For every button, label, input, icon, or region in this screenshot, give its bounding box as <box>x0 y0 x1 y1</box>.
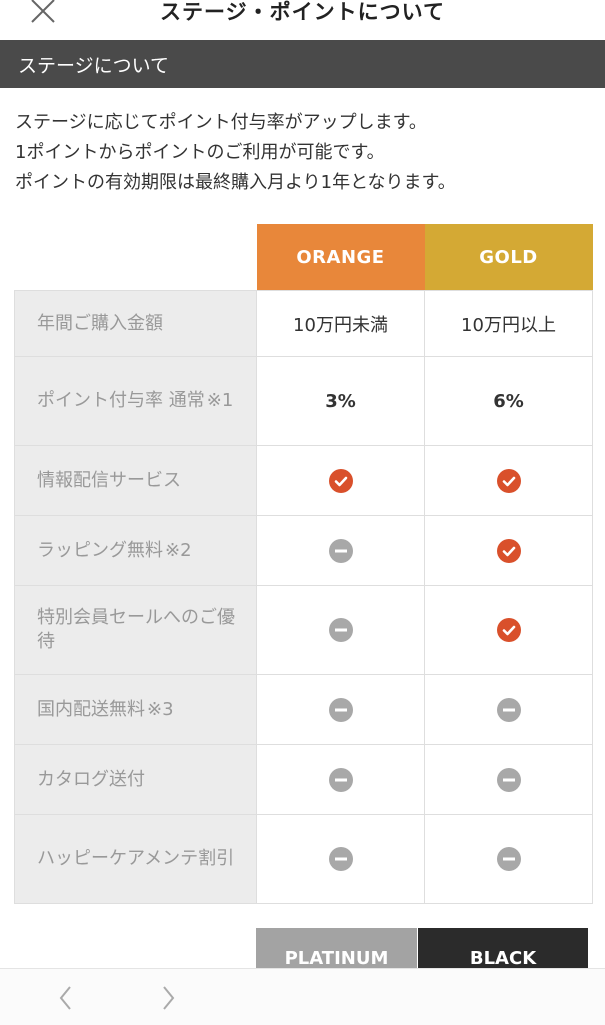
table-row: ラッピング無料 ※2 <box>14 515 593 586</box>
table-row: ハッピーケアメンテ割引 <box>14 814 593 904</box>
minus-icon <box>328 767 353 792</box>
table-row: ポイント付与率 通常 ※1 3% 6% <box>14 356 593 446</box>
check-icon <box>256 445 425 516</box>
minus-icon <box>424 814 593 904</box>
table-row: 情報配信サービス <box>14 445 593 516</box>
row-label: ラッピング無料 ※2 <box>14 515 257 586</box>
row-label-text: 国内配送無料 <box>37 698 145 720</box>
row-label: カタログ送付 <box>14 744 257 815</box>
check-icon <box>496 538 521 563</box>
row-label-text: カタログ送付 <box>37 768 145 790</box>
row-label-text: ハッピーケアメンテ割引 <box>37 848 235 869</box>
row-label-text: 情報配信サービス <box>37 469 181 491</box>
value-gold: 10万円以上 <box>424 290 593 357</box>
minus-icon <box>256 674 425 745</box>
row-label: 情報配信サービス <box>14 445 257 516</box>
row-label-text: 特別会員セールへのご優待 <box>37 607 235 652</box>
table-corner <box>14 224 257 291</box>
check-icon <box>496 618 521 642</box>
bottom-toolbar <box>0 968 605 1025</box>
check-icon <box>424 445 593 516</box>
page-title: ステージ・ポイントについて <box>160 0 445 24</box>
minus-icon <box>328 847 353 871</box>
stage-header-orange: ORANGE <box>256 224 425 291</box>
row-label: ハッピーケアメンテ割引 <box>14 814 257 904</box>
table-row: 特別会員セールへのご優待 <box>14 585 593 675</box>
value-gold: 6% <box>424 356 593 446</box>
minus-icon <box>496 767 521 792</box>
minus-icon <box>328 697 353 722</box>
minus-icon <box>328 538 353 563</box>
minus-icon <box>256 744 425 815</box>
intro-line: ポイントの有効期限は最終購入月より1年となります。 <box>15 172 456 193</box>
check-icon <box>424 585 593 675</box>
row-label: 特別会員セールへのご優待 <box>14 585 257 675</box>
row-label: 国内配送無料 ※3 <box>14 674 257 745</box>
minus-icon <box>424 744 593 815</box>
intro-line: ステージに応じてポイント付与率がアップします。 <box>15 112 427 133</box>
value-orange: 10万円未満 <box>256 290 425 357</box>
table-row: 年間ご購入金額 10万円未満 10万円以上 <box>14 290 593 357</box>
check-icon <box>496 468 521 493</box>
value-orange: 3% <box>256 356 425 446</box>
row-note: ※3 <box>147 698 174 720</box>
minus-icon <box>496 697 521 722</box>
minus-icon <box>256 814 425 904</box>
minus-icon <box>256 585 425 675</box>
table-row: 国内配送無料 ※3 <box>14 674 593 745</box>
row-label: ポイント付与率 通常 ※1 <box>14 356 257 446</box>
row-note: ※1 <box>206 390 234 411</box>
chevron-right-icon[interactable] <box>154 983 184 1013</box>
row-label: 年間ご購入金額 <box>14 290 257 357</box>
stage-table: ORANGE GOLD 年間ご購入金額 10万円未満 10万円以上ポイント付与率 通… <box>14 224 593 904</box>
row-label-text: 年間ご購入金額 <box>37 312 163 334</box>
minus-icon <box>256 515 425 586</box>
section-header: ステージについて <box>0 40 605 88</box>
intro-line: 1ポイントからポイントのご利用が可能です。 <box>15 142 385 163</box>
chevron-left-icon[interactable] <box>52 983 82 1013</box>
section-title: ステージについて <box>18 55 170 77</box>
table-row: カタログ送付 <box>14 744 593 815</box>
stage-header-gold: GOLD <box>424 224 593 291</box>
row-label-text: ポイント付与率 通常 <box>37 390 205 411</box>
minus-icon <box>496 847 521 871</box>
row-note: ※2 <box>165 539 192 561</box>
check-icon <box>328 468 353 493</box>
intro-text: ステージに応じてポイント付与率がアップします。 1ポイントからポイントのご利用が… <box>15 108 595 198</box>
row-label-text: ラッピング無料 <box>37 539 163 561</box>
minus-icon <box>424 674 593 745</box>
top-bar: ステージ・ポイントについて <box>0 0 605 40</box>
check-icon <box>424 515 593 586</box>
minus-icon <box>328 618 353 642</box>
